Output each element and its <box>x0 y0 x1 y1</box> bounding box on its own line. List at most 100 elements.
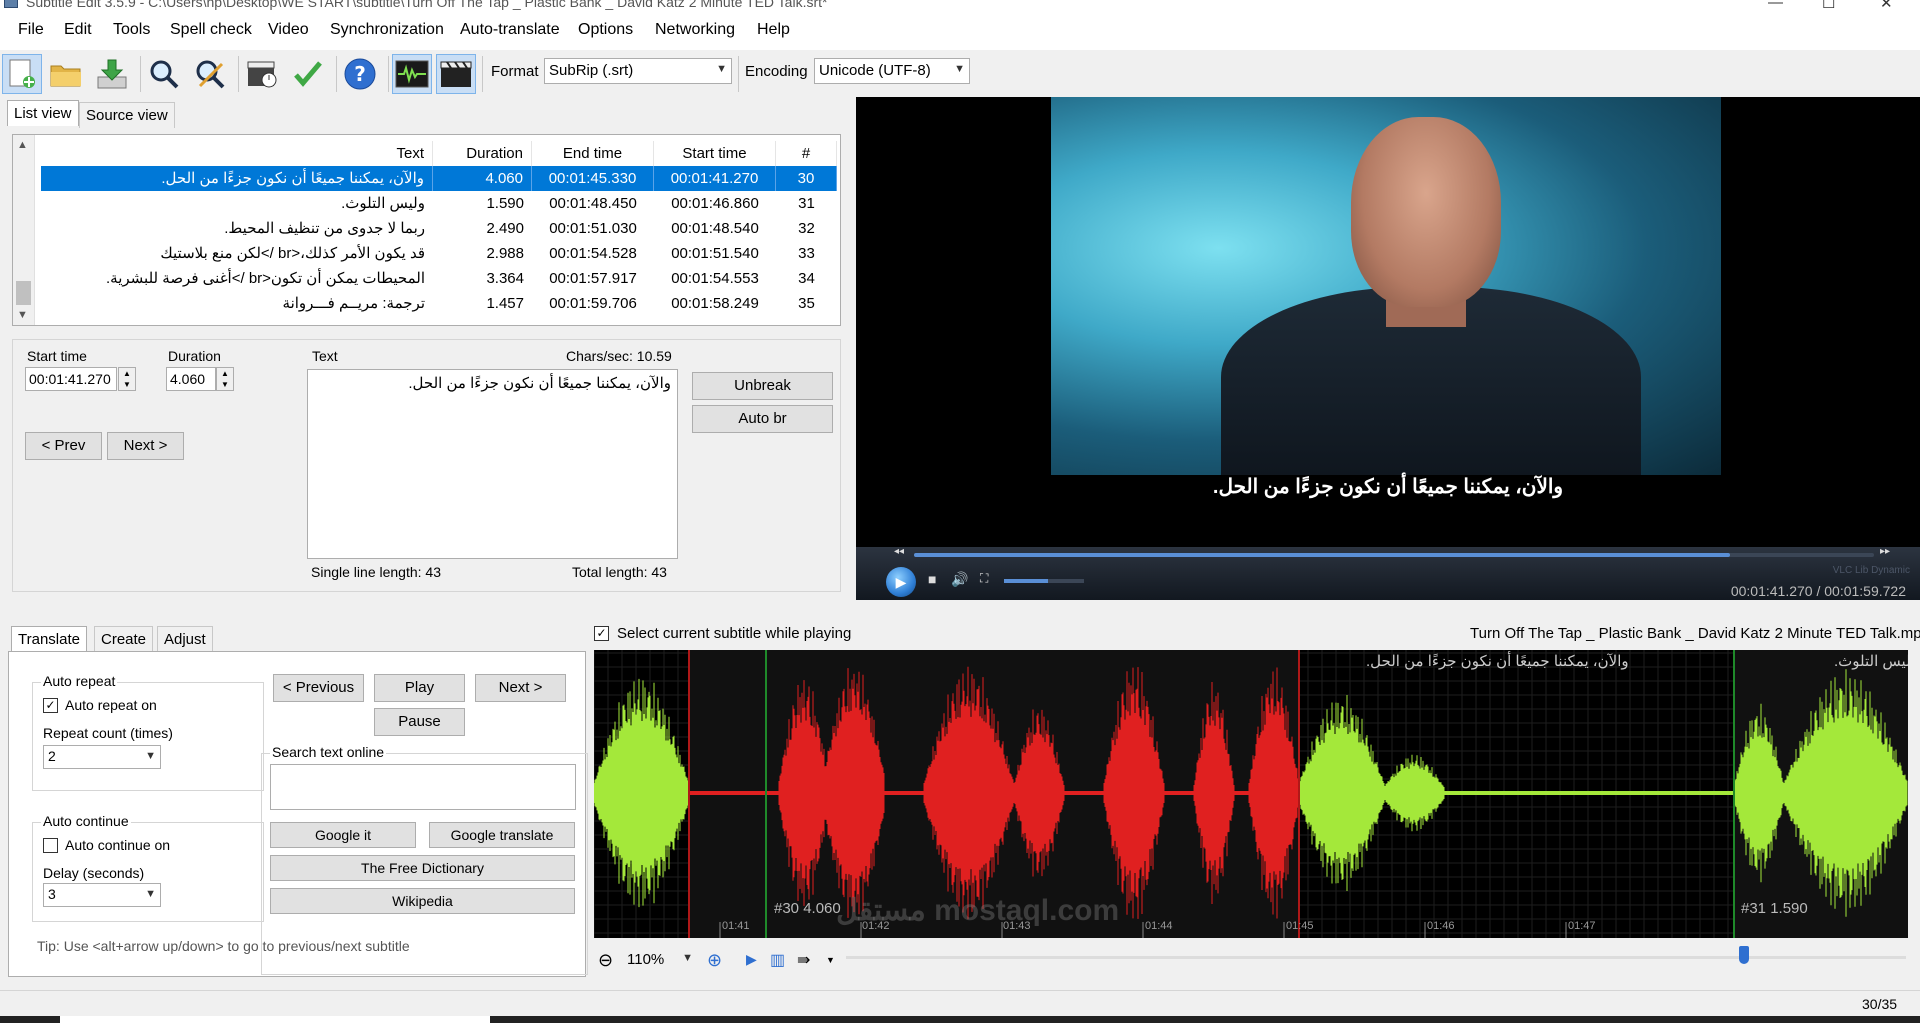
download-icon[interactable] <box>92 54 132 94</box>
list-scrollbar[interactable]: ▲ ▼ <box>13 135 35 325</box>
table-row[interactable]: وليس التلوث. 1.590 00:01:48.450 00:01:46… <box>41 191 837 216</box>
auto-continue-on-label: Auto continue on <box>65 837 171 853</box>
table-row[interactable]: المحيطات يمكن أن تكون<br />أغنى فرصة للب… <box>41 266 837 291</box>
menu-tools[interactable]: Tools <box>113 21 150 39</box>
auto-br-button[interactable]: Auto br <box>692 405 833 433</box>
column-text[interactable]: Text <box>41 141 433 166</box>
minimize-button[interactable]: — <box>1768 0 1783 10</box>
auto-repeat-checkbox[interactable]: ✓ <box>43 698 58 713</box>
start-time-stepper[interactable]: ▲ ▼ <box>118 367 136 391</box>
menu-help[interactable]: Help <box>757 21 790 39</box>
chevron-down-icon[interactable]: ▼ <box>826 955 835 965</box>
auto-continue-group: Auto continue Auto continue on Delay (se… <box>32 813 264 922</box>
start-time-input[interactable]: 00:01:41.270 <box>25 367 117 391</box>
previous-button[interactable]: < Previous <box>273 674 364 702</box>
subtitle-grid: Text Duration End time Start time # والآ… <box>41 141 837 316</box>
zoom-select[interactable]: 110% ▼ <box>622 947 698 973</box>
play-button[interactable]: Play <box>374 674 465 702</box>
split-icon[interactable]: ▥ <box>770 950 785 970</box>
time-tick: 01:47 <box>1568 920 1596 932</box>
tab-adjust[interactable]: Adjust <box>157 626 213 652</box>
scrollbar-thumb[interactable] <box>16 281 31 305</box>
waveform[interactable]: والآن، يمكننا جميعًا أن نكون جزءًا من ال… <box>594 650 1908 938</box>
position-indicator: 30/35 <box>1862 996 1898 1012</box>
menu-file[interactable]: File <box>18 21 44 39</box>
stop-icon[interactable]: ■ <box>928 571 936 587</box>
forward-icon[interactable]: ▸▸ <box>1880 546 1890 557</box>
video-controls: ◂◂ ▸▸ ▶ ■ 🔊 ⛶ VLC Lib Dynamic 00:01:41.2… <box>856 546 1920 600</box>
table-row[interactable]: قد يكون الأمر كذلك،<br />لكن منع بلاستيك… <box>41 241 837 266</box>
watermark: مستقل mostaql.com <box>836 894 1120 927</box>
volume-icon[interactable]: 🔊 <box>951 571 968 588</box>
menu-options[interactable]: Options <box>578 21 633 39</box>
wikipedia-button[interactable]: Wikipedia <box>270 888 575 914</box>
search-icon[interactable] <box>144 54 184 94</box>
column-end-time[interactable]: End time <box>532 141 654 166</box>
menu-auto-translate[interactable]: Auto-translate <box>460 21 560 39</box>
visual-sync-icon[interactable] <box>242 54 282 94</box>
fullscreen-icon[interactable]: ⛶ <box>980 571 988 586</box>
duration-stepper[interactable]: ▲ ▼ <box>216 367 234 391</box>
prev-button[interactable]: < Prev <box>25 432 102 460</box>
google-translate-button[interactable]: Google translate <box>429 822 575 848</box>
search-text-input[interactable] <box>270 764 576 810</box>
menu-edit[interactable]: Edit <box>64 21 92 39</box>
auto-repeat-group: Auto repeat ✓ Auto repeat on Repeat coun… <box>32 673 264 791</box>
scroll-down-icon[interactable]: ▼ <box>17 309 28 321</box>
tab-create[interactable]: Create <box>94 626 154 652</box>
next-button[interactable]: Next > <box>475 674 566 702</box>
tab-translate[interactable]: Translate <box>11 626 87 652</box>
help-icon[interactable]: ? <box>340 54 380 94</box>
google-it-button[interactable]: Google it <box>270 822 416 848</box>
menu-spell-check[interactable]: Spell check <box>170 21 252 39</box>
unbreak-button[interactable]: Unbreak <box>692 372 833 400</box>
maximize-button[interactable]: ☐ <box>1822 0 1835 10</box>
encoding-select[interactable]: Unicode (UTF-8) ▼ <box>814 58 970 84</box>
menu-networking[interactable]: Networking <box>655 21 735 39</box>
column-number[interactable]: # <box>776 141 837 166</box>
play-selection-icon[interactable]: ▶ <box>746 951 757 968</box>
column-duration[interactable]: Duration <box>433 141 532 166</box>
volume-slider[interactable] <box>1004 579 1084 583</box>
chevron-down-icon: ▼ <box>716 63 727 75</box>
column-start-time[interactable]: Start time <box>654 141 776 166</box>
free-dictionary-button[interactable]: The Free Dictionary <box>270 855 575 881</box>
scroll-up-icon[interactable]: ▲ <box>17 139 28 151</box>
next-button[interactable]: Next > <box>107 432 184 460</box>
video-toggle-icon[interactable] <box>436 54 476 94</box>
zoom-out-icon[interactable]: ⊖ <box>598 950 613 971</box>
svg-text:?: ? <box>354 62 366 86</box>
slider-thumb[interactable] <box>1739 946 1749 964</box>
new-file-icon[interactable] <box>2 54 42 94</box>
duration-input[interactable]: 4.060 <box>166 367 216 391</box>
find-replace-icon[interactable] <box>190 54 230 94</box>
menu-video[interactable]: Video <box>268 21 309 39</box>
rewind-icon[interactable]: ◂◂ <box>894 546 904 557</box>
time-tick: 01:45 <box>1286 920 1314 932</box>
seek-bar[interactable] <box>914 553 1874 557</box>
tab-source-view[interactable]: Source view <box>79 102 175 128</box>
close-button[interactable]: ✕ <box>1880 0 1893 10</box>
delay-select[interactable]: 3 ▼ <box>43 883 161 907</box>
table-row[interactable]: والآن، يمكننا جميعًا أن نكون جزءًا من ال… <box>41 166 837 191</box>
repeat-count-select[interactable]: 2 ▼ <box>43 745 161 769</box>
video-player[interactable]: والآن، يمكننا جميعًا أن نكون جزءًا من ال… <box>856 97 1920 600</box>
open-folder-icon[interactable] <box>46 54 86 94</box>
tab-list-view[interactable]: List view <box>7 100 79 126</box>
table-row[interactable]: ربما لا جدوى من تنظيف المحيط. 2.490 00:0… <box>41 216 837 241</box>
subtitle-text-input[interactable]: والآن، يمكننا جميعًا أن نكون جزءًا من ال… <box>307 369 678 559</box>
zoom-in-icon[interactable]: ⊕ <box>707 950 722 971</box>
table-row[interactable]: ترجمة: مريــم فـــروانة 1.457 00:01:59.7… <box>41 291 837 316</box>
spell-check-icon[interactable] <box>288 54 328 94</box>
forward-arrows-icon[interactable]: ⇛ <box>797 950 810 970</box>
select-current-checkbox[interactable]: ✓ <box>594 626 609 641</box>
play-icon[interactable]: ▶ <box>886 567 916 597</box>
format-select[interactable]: SubRip (.srt) ▼ <box>544 58 732 84</box>
auto-continue-checkbox[interactable] <box>43 838 58 853</box>
app-icon <box>4 0 18 8</box>
pause-button[interactable]: Pause <box>374 708 465 736</box>
tip-text: Tip: Use <alt+arrow up/down> to go to pr… <box>37 938 410 954</box>
menu-synchronization[interactable]: Synchronization <box>330 21 444 39</box>
waveform-num-next: #31 1.590 <box>1741 900 1808 917</box>
waveform-toggle-icon[interactable] <box>392 54 432 94</box>
